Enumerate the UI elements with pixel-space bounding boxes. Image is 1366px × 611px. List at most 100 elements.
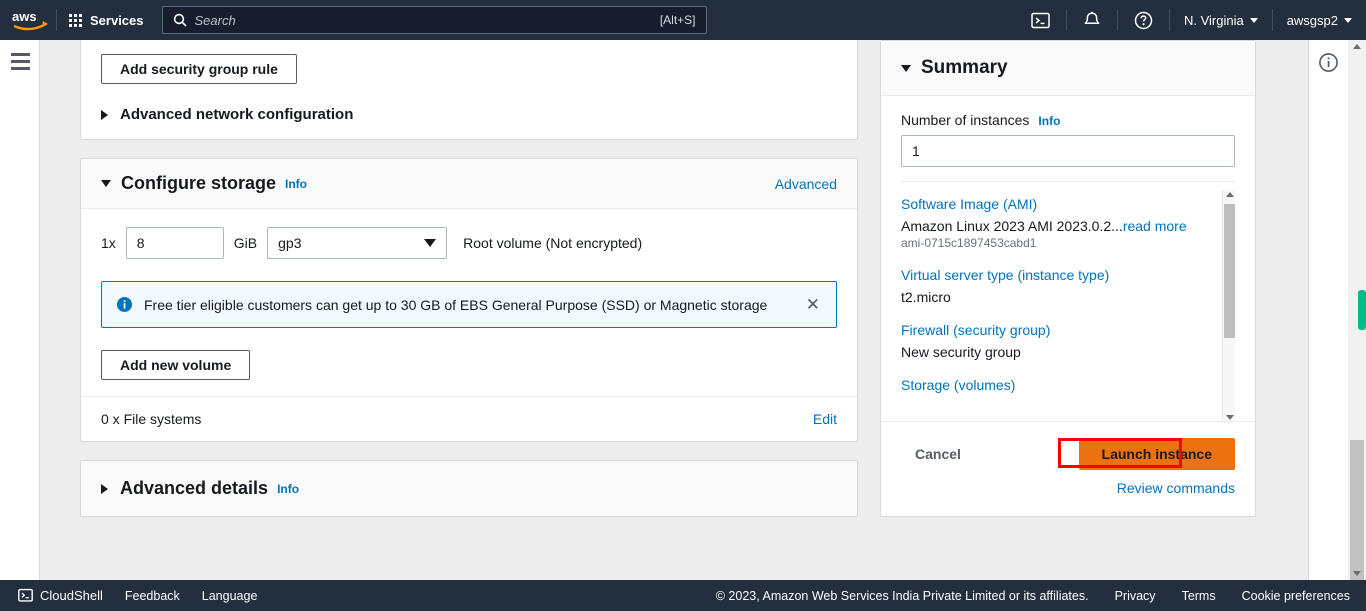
summary-item-ami: Software Image (AMI) Amazon Linux 2023 A… [901, 196, 1221, 250]
scrollbar-thumb[interactable] [1350, 440, 1364, 580]
region-selector[interactable]: N. Virginia [1170, 0, 1272, 40]
volume-type-select[interactable]: gp3 [267, 227, 448, 259]
menu-toggle-icon[interactable] [11, 53, 30, 74]
chevron-right-icon [101, 483, 108, 494]
storage-advanced-link[interactable]: Advanced [775, 176, 837, 192]
app-root: aws Services Search [Alt+S] N. Virginia … [0, 0, 1366, 611]
summary-body: Number of instances Info Software Image … [881, 96, 1255, 421]
summary-title: Summary [921, 57, 1008, 78]
cancel-button[interactable]: Cancel [901, 440, 975, 468]
page-body: Add security group rule Advanced network… [40, 40, 1308, 580]
cloudshell-button[interactable] [1015, 0, 1066, 40]
account-menu[interactable]: awsgsp2 [1273, 0, 1366, 40]
account-label: awsgsp2 [1286, 12, 1338, 28]
summary-header: Summary [881, 41, 1255, 96]
free-tier-alert: Free tier eligible customers can get up … [101, 281, 837, 328]
summary-item-sub: ami-0715c1897453cabd1 [901, 236, 1037, 250]
summary-item-link[interactable]: Virtual server type (instance type) [901, 267, 1221, 283]
info-circle-icon [117, 297, 132, 312]
number-of-instances-info-link[interactable]: Info [1038, 114, 1060, 128]
annotation-highlight-box [1058, 438, 1182, 468]
scroll-down-icon[interactable] [1226, 415, 1234, 420]
search-shortcut: [Alt+S] [659, 13, 696, 27]
summary-item-link[interactable]: Software Image (AMI) [901, 196, 1221, 212]
summary-item-instance-type: Virtual server type (instance type) t2.m… [901, 267, 1221, 305]
footer-language-link[interactable]: Language [202, 589, 258, 603]
add-security-group-rule-button[interactable]: Add security group rule [101, 54, 297, 84]
configure-storage-card: Configure storage Info Advanced 1x GiB g… [80, 158, 858, 442]
bell-icon [1084, 11, 1100, 24]
advanced-details-header[interactable]: Advanced details Info [81, 461, 857, 516]
free-tier-alert-message: Free tier eligible customers can get up … [144, 296, 768, 313]
volume-type-value: gp3 [278, 235, 302, 251]
scrollbar-thumb[interactable] [1224, 204, 1235, 338]
volume-description: Root volume (Not encrypted) [463, 235, 643, 251]
number-of-instances-label-row: Number of instances Info [901, 112, 1235, 128]
scroll-down-icon[interactable] [1353, 571, 1361, 576]
network-settings-card: Add security group rule Advanced network… [80, 40, 858, 140]
footer-right-group: © 2023, Amazon Web Services India Privat… [716, 589, 1366, 603]
nav-right-group: N. Virginia awsgsp2 [1015, 0, 1366, 40]
summary-items-list: Software Image (AMI) Amazon Linux 2023 A… [901, 182, 1221, 393]
advanced-network-label: Advanced network configuration [120, 106, 354, 123]
summary-item-value: New security group [901, 344, 1021, 360]
footer-copyright: © 2023, Amazon Web Services India Privat… [715, 588, 1089, 603]
notifications-button[interactable] [1067, 0, 1117, 40]
configure-storage-body: 1x GiB gp3 Root volume (Not encrypted) [81, 209, 857, 396]
summary-item-value: Amazon Linux 2023 AMI 2023.0.2... [901, 218, 1123, 234]
number-of-instances-input[interactable] [901, 135, 1235, 167]
summary-scroll-region: Software Image (AMI) Amazon Linux 2023 A… [901, 181, 1235, 421]
cloudshell-icon [1031, 12, 1050, 28]
storage-info-link[interactable]: Info [285, 177, 307, 191]
summary-item-value: t2.micro [901, 289, 951, 305]
read-more-link[interactable]: read more [1123, 218, 1187, 234]
footer-bar: CloudShell Feedback Language © 2023, Ama… [0, 580, 1366, 611]
advanced-details-info-link[interactable]: Info [277, 482, 299, 496]
info-circle-icon [1319, 53, 1338, 72]
summary-scrollbar[interactable] [1222, 190, 1235, 421]
chevron-down-icon[interactable] [101, 180, 111, 187]
scroll-up-icon[interactable] [1353, 44, 1361, 49]
advanced-details-card: Advanced details Info [80, 460, 858, 517]
right-info-rail [1308, 40, 1348, 580]
file-systems-edit-link[interactable]: Edit [813, 411, 837, 427]
advanced-details-title: Advanced details [120, 478, 269, 498]
services-label: Services [90, 12, 144, 28]
scroll-up-icon[interactable] [1226, 192, 1234, 197]
summary-item-link[interactable]: Storage (volumes) [901, 377, 1221, 393]
add-new-volume-button[interactable]: Add new volume [101, 350, 251, 380]
help-button[interactable] [1118, 0, 1169, 40]
footer-left-group: CloudShell Feedback Language [0, 588, 257, 603]
search-container: Search [Alt+S] [161, 6, 707, 34]
close-icon[interactable]: ✕ [804, 296, 822, 313]
search-icon [173, 13, 187, 27]
volume-count-label: 1x [101, 235, 116, 251]
chevron-down-icon [424, 239, 437, 247]
svg-text:aws: aws [12, 9, 37, 24]
region-label: N. Virginia [1183, 12, 1244, 28]
services-menu-button[interactable]: Services [57, 0, 156, 40]
aws-logo[interactable]: aws [0, 8, 56, 32]
summary-item-link[interactable]: Firewall (security group) [901, 322, 1221, 338]
chevron-right-icon [101, 109, 108, 120]
footer-privacy-link[interactable]: Privacy [1115, 589, 1156, 603]
help-panel-button[interactable] [1318, 52, 1339, 78]
left-navigation-rail [0, 40, 40, 580]
chevron-down-icon[interactable] [901, 64, 911, 72]
review-commands-row: Review commands [901, 480, 1235, 498]
footer-cloudshell-button[interactable]: CloudShell [18, 588, 103, 603]
search-input[interactable]: Search [Alt+S] [161, 6, 707, 34]
volume-size-input[interactable] [125, 227, 224, 259]
configure-storage-header: Configure storage Info Advanced [81, 159, 857, 209]
file-systems-label: 0 x File systems [101, 411, 202, 427]
footer-feedback-link[interactable]: Feedback [125, 589, 180, 603]
review-commands-link[interactable]: Review commands [1117, 480, 1235, 496]
cloudshell-icon [18, 588, 33, 602]
chevron-down-icon [1249, 17, 1258, 23]
configure-storage-title: Configure storage [121, 173, 277, 193]
footer-cookie-preferences-link[interactable]: Cookie preferences [1242, 589, 1350, 603]
summary-item-storage: Storage (volumes) [901, 377, 1221, 393]
scrollbar-highlight-marker [1358, 290, 1366, 330]
advanced-network-configuration-toggle[interactable]: Advanced network configuration [101, 106, 837, 123]
footer-terms-link[interactable]: Terms [1182, 589, 1216, 603]
